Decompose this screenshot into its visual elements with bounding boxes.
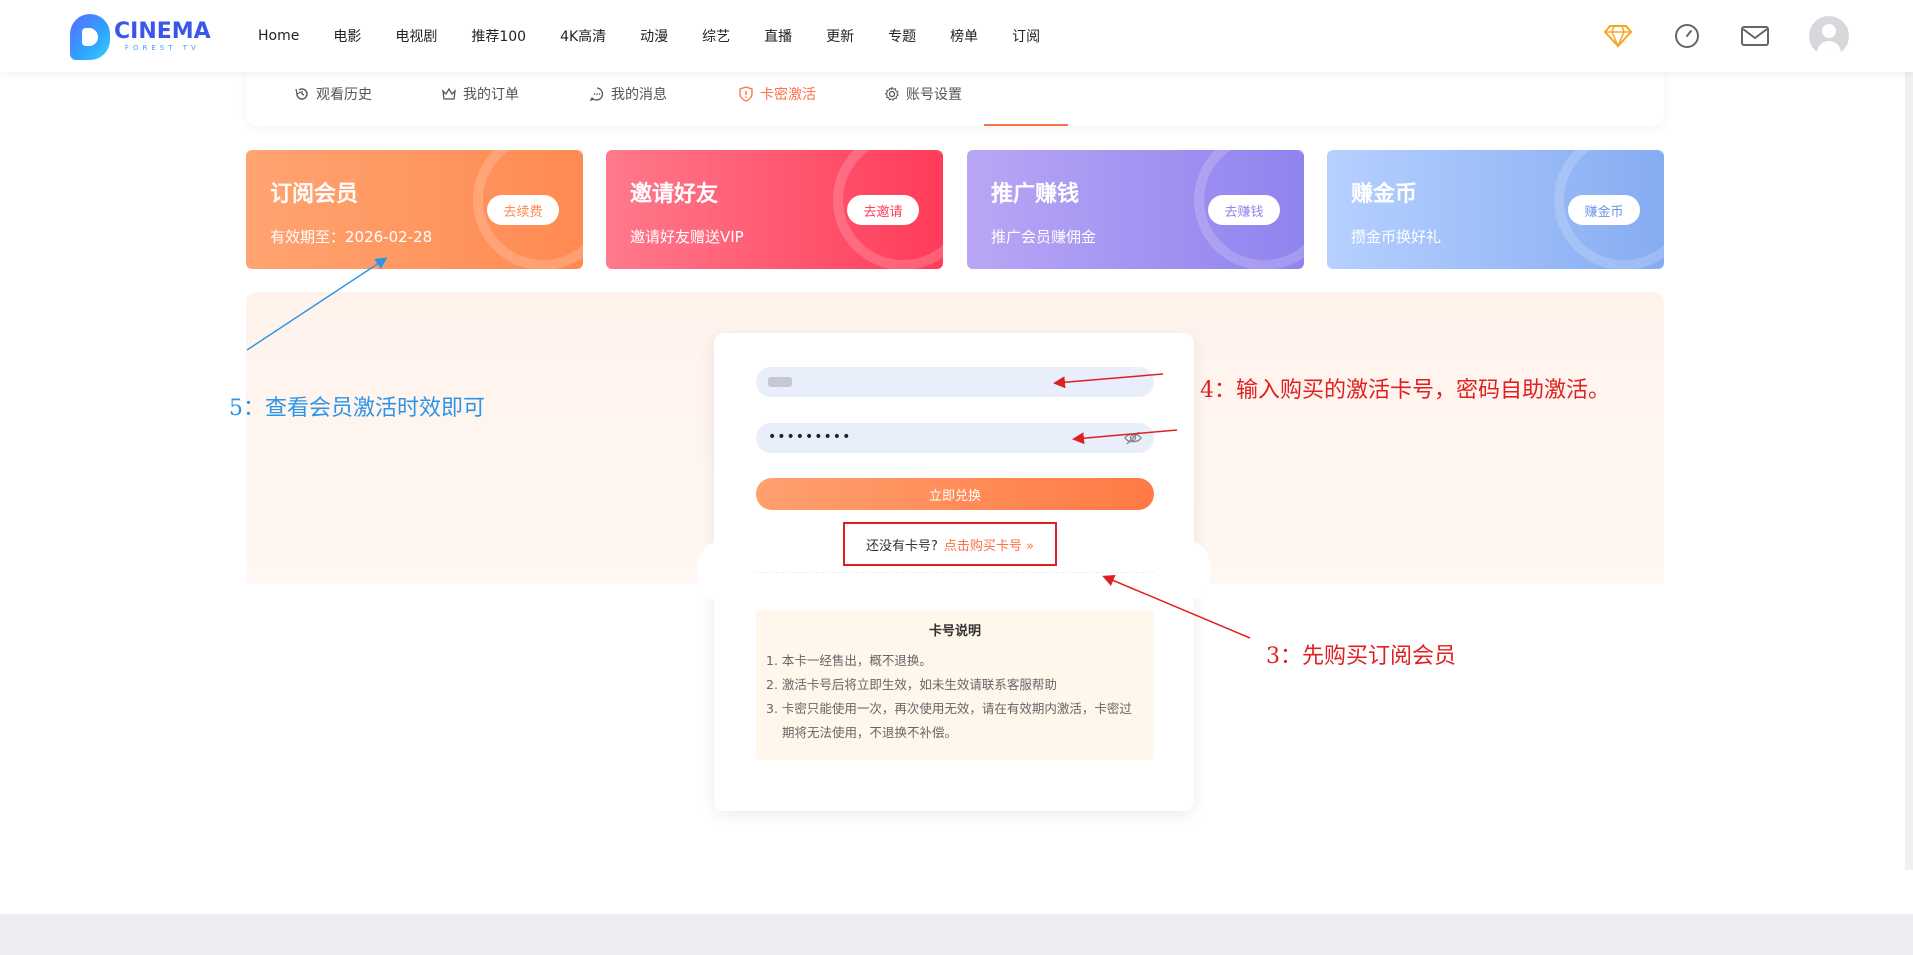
card-number-input[interactable] <box>756 367 1154 397</box>
gear-icon <box>884 86 899 101</box>
footer-strip <box>0 914 1913 955</box>
logo-main: CINEMA <box>114 19 211 44</box>
nav-tv-series[interactable]: 电视剧 <box>395 26 437 46</box>
nav-movies[interactable]: 电影 <box>333 26 361 46</box>
nav-top100[interactable]: 推荐100 <box>471 26 526 46</box>
promo-card-earn: 推广赚钱 推广会员赚佣金 去赚钱 <box>967 150 1304 269</box>
promo-title: 订阅会员 <box>270 182 359 207</box>
logo-sub: FOREST TV <box>124 44 200 52</box>
tab-card-activation[interactable]: 卡密激活 <box>738 82 816 106</box>
site-logo[interactable]: CINEMA FOREST TV <box>70 14 211 60</box>
ticket-notch-left <box>697 543 731 599</box>
promo-subtitle: 攒金币换好礼 <box>1351 228 1442 246</box>
active-tab-indicator <box>984 124 1068 126</box>
card-notes: 卡号说明 1. 本卡一经售出，概不退换。 2. 激活卡号后将立即生效，如未生效请… <box>756 610 1154 760</box>
card-password-input[interactable]: ••••••••• <box>756 423 1154 453</box>
tab-watch-history[interactable]: 观看历史 <box>294 82 372 106</box>
promo-card-subscribe: 订阅会员 有效期至：2026-02-28 去续费 <box>246 150 583 269</box>
note-item: 1. 本卡一经售出，概不退换。 <box>766 653 932 668</box>
redeem-card: ••••••••• 立即兑换 还没有卡号? 点击购买卡号 » 卡号说明 1. 本… <box>697 333 1211 811</box>
logo-text: CINEMA FOREST TV <box>114 21 211 53</box>
renew-button[interactable]: 去续费 <box>487 195 559 225</box>
nav-updates[interactable]: 更新 <box>826 26 854 46</box>
nav-rankings[interactable]: 榜单 <box>950 26 978 46</box>
nav-4k[interactable]: 4K高清 <box>560 26 606 46</box>
nav-subscribe[interactable]: 订阅 <box>1012 26 1040 46</box>
promo-card-invite: 邀请好友 邀请好友赠送VIP 去邀请 <box>606 150 943 269</box>
tab-label: 观看历史 <box>316 87 372 103</box>
ticket-notch-right <box>1177 543 1211 599</box>
invite-button[interactable]: 去邀请 <box>847 195 919 225</box>
chat-icon <box>589 87 604 102</box>
tab-label: 账号设置 <box>906 87 962 103</box>
nav-live[interactable]: 直播 <box>764 26 792 46</box>
crown-icon <box>442 87 456 100</box>
tab-account-settings[interactable]: 账号设置 <box>884 82 962 106</box>
password-value: ••••••••• <box>768 429 852 445</box>
redeem-submit-button[interactable]: 立即兑换 <box>756 478 1154 510</box>
nav-anime[interactable]: 动漫 <box>640 26 668 46</box>
tab-my-messages[interactable]: 我的消息 <box>589 82 667 106</box>
membership-expiry: 有效期至：2026-02-28 <box>270 228 433 246</box>
tab-label: 我的消息 <box>611 87 667 103</box>
history-icon <box>295 88 308 100</box>
no-card-question: 还没有卡号? <box>866 538 938 554</box>
earn-coins-button[interactable]: 赚金币 <box>1568 195 1640 225</box>
buy-card-link[interactable]: 点击购买卡号 » <box>944 535 1034 554</box>
page-scrollbar[interactable] <box>1905 0 1913 870</box>
nav-variety[interactable]: 综艺 <box>702 26 730 46</box>
note-item: 2. 激活卡号后将立即生效，如未生效请联系客服帮助 <box>766 677 1057 692</box>
card-number-value <box>768 377 792 387</box>
top-navbar: CINEMA FOREST TV Home 电影 电视剧 推荐100 4K高清 … <box>0 0 1913 72</box>
tab-label: 我的订单 <box>463 87 519 103</box>
promo-title: 邀请好友 <box>630 182 719 207</box>
clock-icon[interactable] <box>1671 20 1703 52</box>
annotation-step3: 3：先购买订阅会员 <box>1266 644 1456 669</box>
nav-home[interactable]: Home <box>258 28 299 44</box>
promo-card-coins: 赚金币 攒金币换好礼 赚金币 <box>1327 150 1664 269</box>
diamond-icon[interactable] <box>1602 20 1634 52</box>
earn-button[interactable]: 去赚钱 <box>1208 195 1280 225</box>
promo-subtitle: 邀请好友赠送VIP <box>630 228 744 246</box>
tab-label: 卡密激活 <box>760 87 816 103</box>
tab-my-orders[interactable]: 我的订单 <box>441 82 519 106</box>
note-item: 3. 卡密只能使用一次，再次使用无效，请在有效期内激活，卡密过期将无法使用，不退… <box>766 701 1132 740</box>
buy-card-prompt: 还没有卡号? 点击购买卡号 » <box>843 522 1057 566</box>
main-nav: Home 电影 电视剧 推荐100 4K高清 动漫 综艺 直播 更新 专题 榜单… <box>258 0 1074 72</box>
eye-off-icon[interactable] <box>1124 430 1142 446</box>
divider <box>756 572 1154 573</box>
nav-topics[interactable]: 专题 <box>888 26 916 46</box>
shield-icon <box>739 86 753 102</box>
promo-title: 推广赚钱 <box>991 182 1080 207</box>
mail-icon[interactable] <box>1739 20 1771 52</box>
user-avatar[interactable] <box>1809 16 1849 56</box>
logo-mark-icon <box>70 14 110 60</box>
promo-subtitle: 推广会员赚佣金 <box>991 228 1097 246</box>
promo-title: 赚金币 <box>1351 182 1418 207</box>
annotation-step4: 4：输入购买的激活卡号，密码自助激活。 <box>1200 378 1610 403</box>
annotation-step5: 5：查看会员激活时效即可 <box>229 396 485 421</box>
notes-title: 卡号说明 <box>928 624 981 639</box>
